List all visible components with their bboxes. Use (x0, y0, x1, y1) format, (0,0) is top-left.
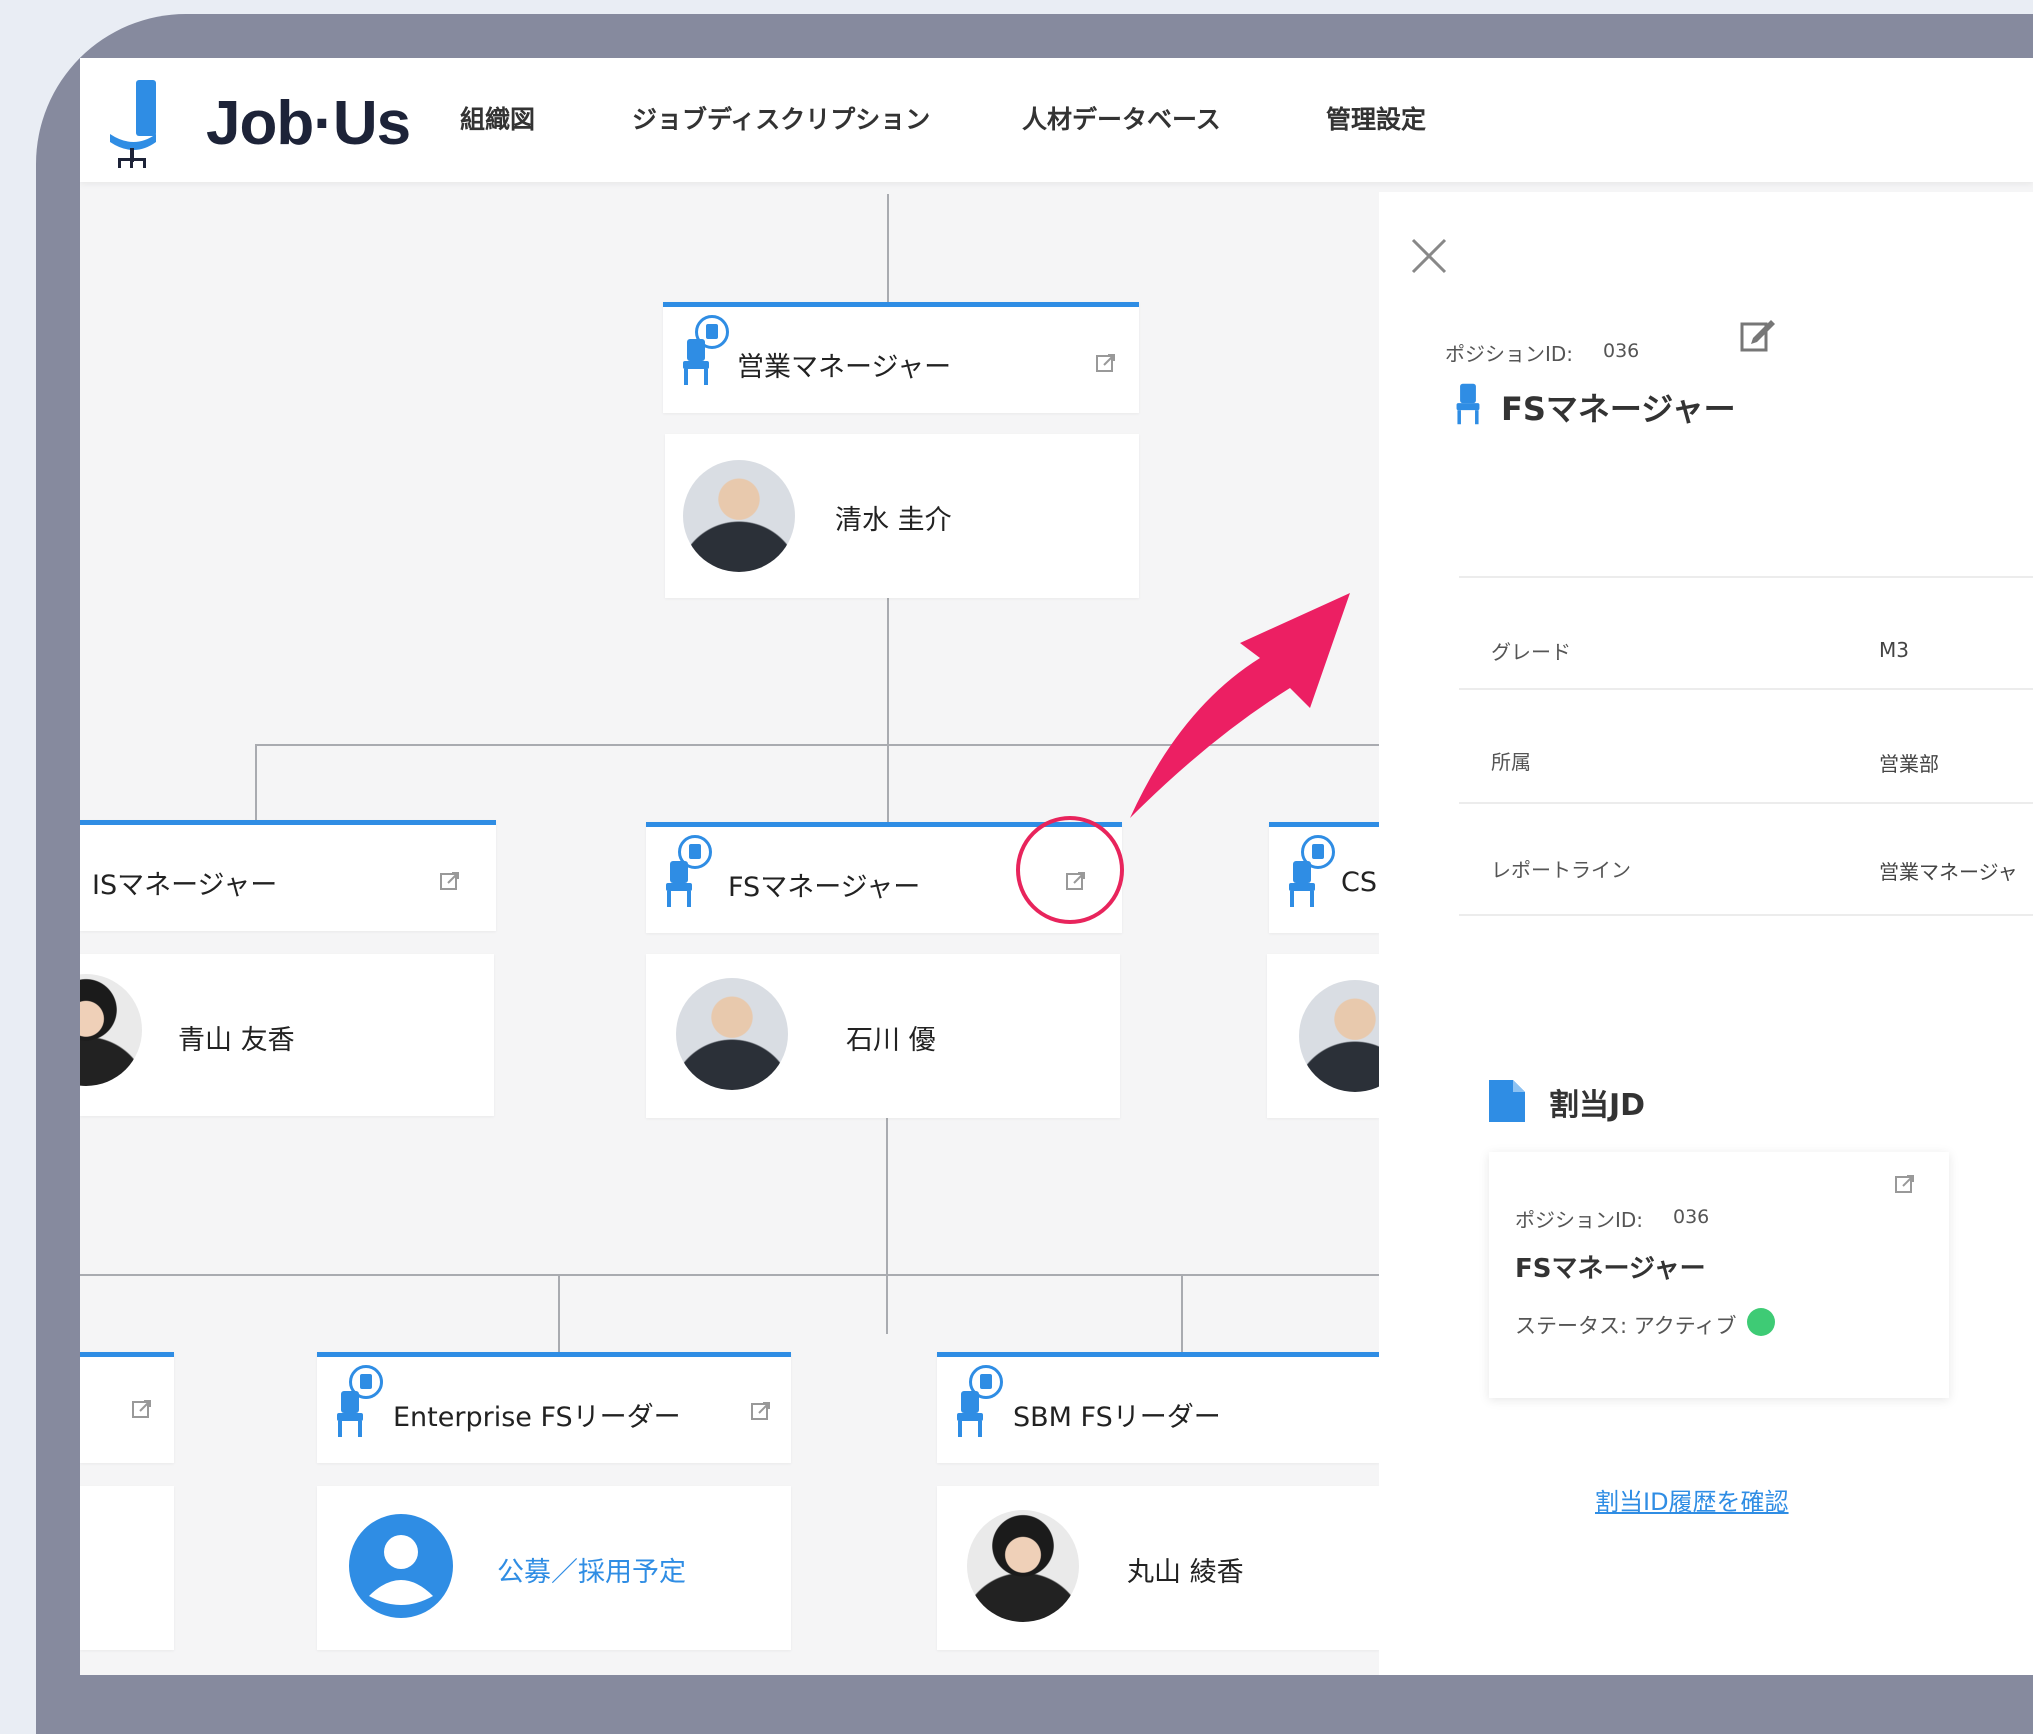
grade-label: グレード (1491, 640, 1571, 664)
jd-position-id-value: 036 (1673, 1206, 1710, 1228)
logo-chair-icon (110, 80, 156, 168)
person-card-vacant[interactable]: 公募／採用予定 (317, 1486, 791, 1650)
grade-value: M3 (1879, 638, 1909, 662)
chair-icon (337, 1391, 363, 1437)
chair-icon (666, 861, 692, 907)
person-card-ishikawa[interactable]: 石川 優 (646, 954, 1120, 1118)
position-title: ISマネージャー (92, 870, 278, 901)
person-card-partial[interactable] (80, 1486, 174, 1650)
document-icon (1489, 1080, 1525, 1122)
divider (1459, 914, 2033, 916)
position-title: CS (1341, 867, 1377, 898)
connector-line (1181, 1274, 1183, 1354)
avatar (967, 1510, 1079, 1622)
person-card-cs[interactable] (1267, 954, 1411, 1118)
position-detail-panel: ポジションID: 036 FSマネージャー グレード M3 所属 営業部 レポー… (1379, 192, 2033, 1675)
chair-icon (683, 339, 709, 385)
person-card-maruyama[interactable]: 丸山 綾香 (937, 1486, 1379, 1650)
jd-position-id-label: ポジションID: (1515, 1208, 1644, 1232)
assigned-jd-card[interactable]: ポジションID: 036 FSマネージャー ステータス: アクティブ (1489, 1152, 1949, 1398)
position-title: Enterprise FSリーダー (393, 1402, 681, 1433)
position-title: SBM FSリーダー (1013, 1402, 1221, 1433)
position-id-value: 036 (1603, 340, 1640, 362)
jd-title: FSマネージャー (1515, 1254, 1706, 1284)
external-link-icon[interactable] (440, 871, 460, 891)
app-screen: Job·Us 組織図 ジョブディスクリプション 人材データベース 管理設定 営業… (80, 58, 2033, 1675)
person-name: 丸山 綾香 (1127, 1557, 1244, 1588)
report-line-value: 営業マネージャ (1879, 860, 2018, 884)
nav-job-description[interactable]: ジョブディスクリプション (632, 100, 930, 136)
user-placeholder-icon (349, 1514, 453, 1618)
status-active-dot (1747, 1308, 1775, 1336)
chair-icon (1456, 383, 1480, 425)
id-history-link[interactable]: 割当ID履歴を確認 (1595, 1482, 1789, 1517)
connector-line (255, 744, 257, 820)
nav-org-chart[interactable]: 組織図 (460, 100, 535, 136)
pointer-arrow (1130, 593, 1350, 818)
avatar (80, 974, 142, 1086)
position-card-is-manager[interactable]: ISマネージャー (80, 820, 496, 931)
position-title: FSマネージャー (728, 872, 921, 903)
logo-text: Job·Us (206, 89, 411, 158)
department-value: 営業部 (1879, 752, 1939, 776)
avatar (676, 978, 788, 1090)
close-icon[interactable] (1409, 236, 1449, 276)
position-card-sbm-fs-leader[interactable]: SBM FSリーダー (937, 1352, 1379, 1463)
divider (1459, 688, 2033, 690)
connector-line (80, 1274, 1379, 1276)
top-header: Job·Us 組織図 ジョブディスクリプション 人材データベース 管理設定 (80, 58, 2033, 182)
divider (1459, 802, 2033, 804)
edit-icon[interactable] (1739, 316, 1777, 354)
avatar (683, 460, 795, 572)
department-label: 所属 (1491, 750, 1531, 774)
external-link-icon[interactable] (751, 1401, 771, 1421)
external-link-icon[interactable] (1895, 1174, 1915, 1194)
connector-line (886, 1118, 888, 1334)
report-line-label: レポートライン (1491, 858, 1631, 882)
nav-talent-database[interactable]: 人材データベース (1022, 100, 1221, 136)
position-card-sales-manager[interactable]: 営業マネージャー (663, 302, 1139, 413)
person-card-shimizu[interactable]: 清水 圭介 (665, 434, 1139, 598)
chair-icon (957, 1391, 983, 1437)
position-card-cs[interactable]: CS (1269, 822, 1379, 933)
jd-status: ステータス: アクティブ (1515, 1314, 1737, 1338)
person-name: 清水 圭介 (835, 505, 952, 536)
connector-line (887, 194, 889, 304)
logo[interactable]: Job·Us (106, 78, 411, 168)
position-card-enterprise-fs-leader[interactable]: Enterprise FSリーダー (317, 1352, 791, 1463)
panel-title: FSマネージャー (1501, 390, 1736, 428)
chair-icon (1289, 861, 1315, 907)
connector-line (558, 1274, 560, 1354)
divider (1459, 576, 2033, 578)
jd-section-title: 割当JD (1549, 1088, 1646, 1123)
person-name: 青山 友香 (178, 1025, 295, 1056)
person-card-aoyama[interactable]: 青山 友香 (80, 954, 494, 1116)
external-link-icon[interactable] (1096, 353, 1116, 373)
position-id-label: ポジションID: (1445, 342, 1574, 366)
external-link-icon[interactable] (132, 1399, 152, 1419)
highlight-circle (1016, 816, 1124, 924)
nav-admin-settings[interactable]: 管理設定 (1326, 100, 1426, 136)
position-card-partial[interactable] (80, 1352, 174, 1463)
person-name: 石川 優 (846, 1025, 936, 1056)
vacancy-label: 公募／採用予定 (497, 1557, 686, 1588)
position-title: 営業マネージャー (737, 352, 952, 383)
